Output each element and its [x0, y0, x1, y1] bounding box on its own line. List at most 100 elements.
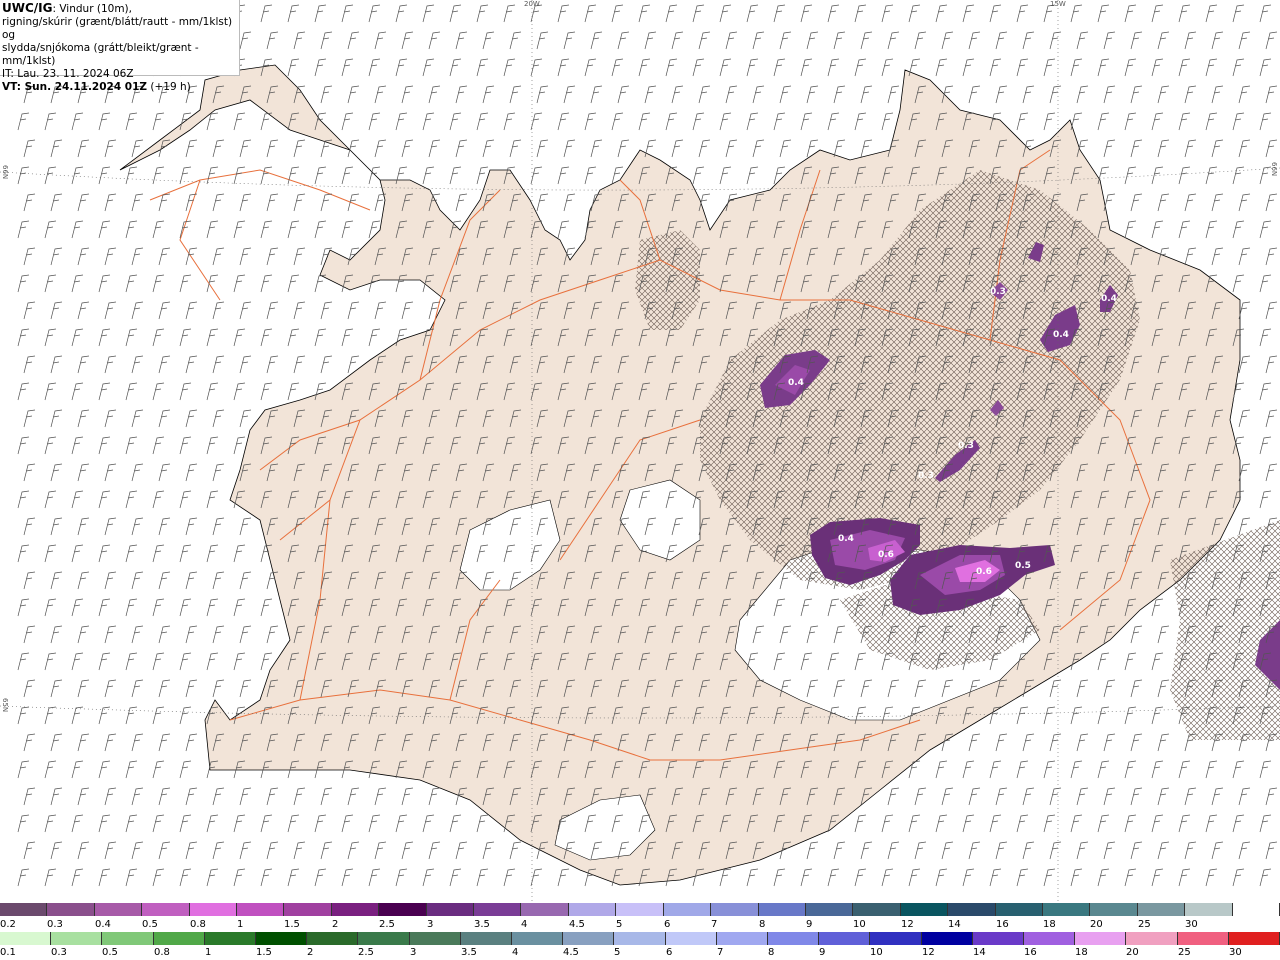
wind-barb [206, 220, 219, 239]
wind-barb [1184, 841, 1197, 860]
wind-barb [692, 112, 705, 131]
wind-barb [71, 760, 84, 779]
wind-barb [158, 841, 171, 860]
wind-barb [422, 166, 435, 185]
wind-barb [266, 247, 279, 266]
wind-barb [233, 814, 246, 833]
legend-swatch [563, 932, 615, 945]
wind-barb [1076, 787, 1089, 806]
wind-barb [1238, 247, 1251, 266]
wind-barb [50, 841, 63, 860]
wind-barb [320, 841, 333, 860]
legend-label: 12 [901, 919, 914, 930]
wind-barb [530, 58, 543, 77]
wind-barb [1130, 31, 1143, 50]
wind-barb [779, 31, 792, 50]
wind-barb [854, 112, 867, 131]
wind-barb [98, 598, 111, 617]
wind-barb [77, 193, 90, 212]
wind-barb [77, 139, 90, 158]
wind-barb [23, 841, 36, 860]
wind-barb [131, 679, 144, 698]
map-canvas: 0.4 0.4 0.3 0.4 0.3 0.3 0.4 0.6 0.6 0.5 [0, 0, 1280, 903]
wind-barb [152, 112, 165, 131]
wind-barb [995, 733, 1008, 752]
legend-swatch [948, 903, 996, 916]
wind-barb [509, 139, 522, 158]
wind-barb [989, 58, 1002, 77]
wind-barb [1151, 220, 1164, 239]
wind-barb [71, 598, 84, 617]
wind-barb [509, 31, 522, 50]
wind-barb [1265, 301, 1278, 320]
wind-barb [590, 31, 603, 50]
wind-barb [71, 166, 84, 185]
wind-barb [563, 139, 576, 158]
wind-barb [1232, 166, 1245, 185]
wind-barb [725, 31, 738, 50]
wind-barb [935, 760, 948, 779]
wind-barb [374, 301, 387, 320]
wind-barb [239, 841, 252, 860]
wind-barb [293, 193, 306, 212]
legend-swatch [47, 903, 95, 916]
wind-barb [1178, 112, 1191, 131]
wind-barb [449, 58, 462, 77]
wind-barb [455, 841, 468, 860]
wind-barb [23, 409, 36, 428]
wind-barb [914, 841, 927, 860]
wind-barb [746, 58, 759, 77]
wind-barb [98, 436, 111, 455]
wind-barb [860, 841, 873, 860]
legend-swatch [1090, 903, 1138, 916]
wind-barb [71, 814, 84, 833]
wind-barb [1043, 760, 1056, 779]
wind-barb [1124, 58, 1137, 77]
wind-barb [995, 841, 1008, 860]
wind-barb [1151, 166, 1164, 185]
wind-barb [1178, 760, 1191, 779]
legend-swatch [614, 932, 666, 945]
wind-barb [98, 328, 111, 347]
wind-barb [536, 85, 549, 104]
wind-barb [179, 544, 192, 563]
wind-barb [266, 787, 279, 806]
wind-barb [314, 220, 327, 239]
legend-swatch [663, 903, 712, 916]
legend-swatch [284, 903, 332, 916]
legend-swatch [460, 932, 513, 945]
wind-barb [422, 868, 435, 887]
legend-swatch [900, 903, 949, 916]
wind-barb [752, 31, 765, 50]
wind-barb [104, 733, 117, 752]
wind-barb [1259, 274, 1272, 293]
wind-barb [131, 841, 144, 860]
wind-barb [914, 787, 927, 806]
wind-barb [1124, 652, 1137, 671]
wind-barb [125, 814, 138, 833]
wind-barb [536, 139, 549, 158]
wind-barb [17, 814, 30, 833]
wind-barb [212, 463, 225, 482]
wind-barb [887, 841, 900, 860]
wind-barb [1124, 868, 1137, 887]
wind-barb [260, 382, 273, 401]
wind-barb [374, 787, 387, 806]
wind-barb [44, 814, 57, 833]
wind-barb [1151, 760, 1164, 779]
legend-label: 25 [1138, 919, 1151, 930]
wind-barb [557, 868, 570, 887]
wind-barb [44, 274, 57, 293]
legend-label: 10 [870, 947, 883, 958]
legend-label: 2 [307, 947, 314, 958]
wind-barb [374, 31, 387, 50]
wind-barb [1130, 679, 1143, 698]
wind-barb [401, 139, 414, 158]
wind-barb [104, 463, 117, 482]
legend-label: 3 [410, 947, 417, 958]
wind-barb [1151, 814, 1164, 833]
wind-barb [881, 4, 894, 23]
wind-barb [320, 301, 333, 320]
wind-barb [185, 409, 198, 428]
wind-barb [746, 868, 759, 887]
